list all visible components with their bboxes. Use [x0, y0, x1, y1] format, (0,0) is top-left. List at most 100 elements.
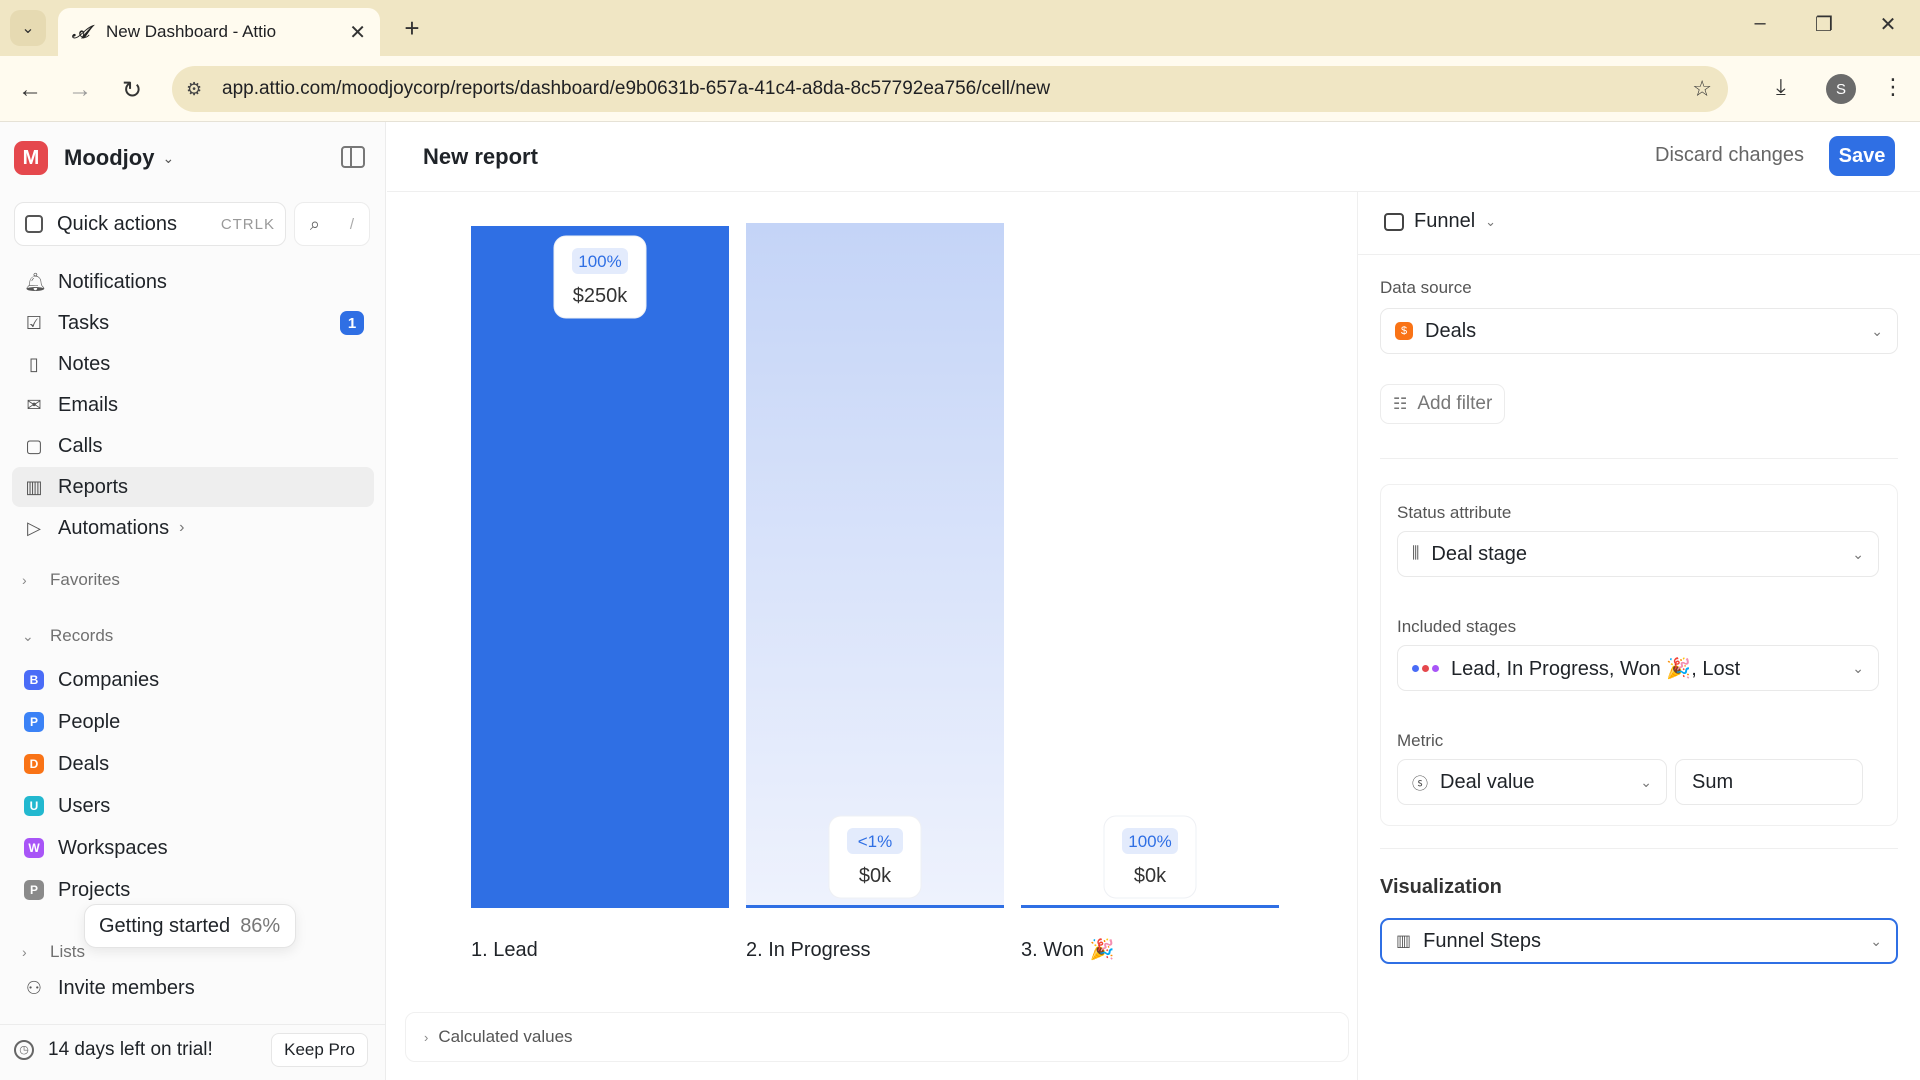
funnel-bar — [1021, 905, 1279, 908]
status-attribute-select[interactable]: ⫼ Deal stage ⌄ — [1397, 531, 1879, 577]
attio-favicon-icon: 𝒜 — [72, 21, 90, 42]
lists-section-toggle[interactable]: › Lists — [22, 938, 85, 966]
metric-aggregation-select[interactable]: Sum — [1675, 759, 1863, 805]
chevron-down-icon: ⌄ — [1870, 932, 1882, 949]
clock-icon: ◷ — [14, 1039, 34, 1060]
chevron-down-icon: ⌄ — [162, 149, 175, 166]
add-user-icon: ⚇ — [25, 977, 43, 998]
mail-icon: ✉ — [26, 394, 42, 415]
bookmark-star-icon[interactable]: ☆ — [1692, 76, 1712, 102]
chevron-down-icon: ⌄ — [1852, 659, 1864, 676]
site-info-icon[interactable]: ⚙ — [186, 79, 216, 100]
workspace-switcher[interactable]: M Moodjoy ⌄ — [14, 138, 374, 178]
chevron-right-icon: › — [22, 944, 27, 960]
restore-icon[interactable]: ❐ — [1804, 12, 1844, 37]
funnel-chart-svg: 100% $250k 1. Lead <1% $0k 2. In Progress 100%… — [471, 223, 1279, 961]
minimize-icon[interactable]: – — [1740, 12, 1780, 35]
sidebar-item-people[interactable]: P People — [12, 702, 374, 742]
metric-value: Deal value — [1440, 770, 1535, 793]
trial-text: 14 days left on trial! — [48, 1038, 213, 1060]
visualization-type-dropdown[interactable]: Funnel ⌄ — [1384, 210, 1496, 233]
tab-close-icon[interactable]: ✕ — [349, 20, 366, 45]
funnel-category-label: 3. Won 🎉 — [1021, 937, 1114, 961]
data-source-value: Deals — [1425, 319, 1477, 342]
back-icon[interactable]: ← — [14, 74, 46, 106]
sidebar-item-emails[interactable]: ✉ Emails — [12, 385, 374, 425]
calculated-values-toggle[interactable]: › Calculated values — [405, 1012, 1349, 1062]
quick-actions-button[interactable]: Quick actions CTRLK — [14, 202, 286, 246]
chevron-right-icon: › — [179, 519, 185, 536]
records-label: Records — [50, 626, 114, 645]
lists-label: Lists — [50, 942, 85, 961]
sidebar-item-label: Workspaces — [58, 836, 168, 859]
sidebar-item-companies[interactable]: B Companies — [12, 660, 374, 700]
sidebar-item-users[interactable]: U Users — [12, 786, 374, 826]
workspaces-icon: W — [24, 838, 44, 858]
chevron-right-icon: › — [22, 572, 27, 588]
visualization-type-label: Funnel — [1414, 210, 1476, 232]
browser-tab-bar: ⌄ 𝒜 New Dashboard - Attio ✕ + – ❐ ✕ — [0, 0, 1920, 56]
new-tab-button[interactable]: + — [396, 12, 428, 44]
url-text: app.attio.com/moodjoycorp/reports/dashbo… — [222, 78, 1051, 99]
tab-search-button[interactable]: ⌄ — [10, 10, 46, 46]
funnel-percent-label: <1% — [858, 832, 893, 851]
sidebar-toggle-icon[interactable] — [341, 146, 365, 168]
profile-avatar[interactable]: S — [1826, 74, 1856, 104]
add-filter-button[interactable]: ☷ Add filter — [1380, 384, 1506, 424]
sidebar-item-deals[interactable]: D Deals — [12, 744, 374, 784]
chevron-down-icon: ⌄ — [1485, 213, 1497, 229]
sidebar-item-workspaces[interactable]: W Workspaces — [12, 828, 374, 868]
search-button[interactable]: ⌕ / — [294, 202, 370, 246]
sidebar-item-label: Companies — [58, 668, 160, 691]
sidebar-item-tasks[interactable]: ☑ Tasks 1 — [12, 303, 374, 343]
sidebar-item-notifications[interactable]: 🔔︎ Notifications — [12, 262, 374, 302]
included-stages-label: Included stages — [1397, 617, 1517, 636]
favorites-label: Favorites — [50, 570, 120, 589]
metric-field-select[interactable]: ⓢ Deal value ⌄ — [1397, 759, 1667, 805]
sidebar-item-reports[interactable]: ▥ Reports — [12, 467, 374, 507]
forward-icon[interactable]: → — [64, 74, 96, 106]
save-button[interactable]: Save — [1829, 136, 1895, 176]
address-bar[interactable]: ⚙ app.attio.com/moodjoycorp/reports/dash… — [172, 66, 1728, 112]
sidebar-item-calls[interactable]: ▢ Calls — [12, 426, 374, 466]
sidebar-item-label: Tasks — [58, 311, 110, 334]
discard-changes-button[interactable]: Discard changes — [1655, 144, 1804, 167]
funnel-dropoff-area — [746, 223, 1004, 905]
funnel-chart: 100% $250k 1. Lead <1% $0k 2. In Progress 100%… — [387, 192, 1357, 1080]
invite-members-button[interactable]: ⚇ Invite members — [12, 968, 374, 1008]
sidebar-item-label: Notes — [58, 352, 111, 375]
sidebar-item-notes[interactable]: ▯ Notes — [12, 344, 374, 384]
download-icon[interactable]: ⤓ — [1776, 74, 1786, 100]
included-stages-select[interactable]: Lead, In Progress, Won 🎉, Lost ⌄ — [1397, 645, 1879, 691]
report-header: New report Discard changes Save — [387, 122, 1920, 192]
funnel-icon — [1384, 212, 1404, 231]
trial-banner: ◷ 14 days left on trial! Keep Pro — [0, 1024, 386, 1074]
records-section-toggle[interactable]: ⌄ Records — [22, 622, 113, 650]
funnel-percent-label: 100% — [1128, 832, 1171, 851]
reload-icon[interactable]: ↻ — [116, 74, 148, 106]
search-shortcut: / — [349, 215, 355, 233]
getting-started-percent: 86% — [240, 914, 281, 937]
window-close-icon[interactable]: ✕ — [1868, 12, 1908, 37]
sidebar-item-label: Notifications — [58, 270, 167, 293]
sidebar-item-automations[interactable]: ▷ Automations › — [12, 508, 374, 548]
metric-label: Metric — [1397, 731, 1444, 750]
browser-menu-icon[interactable]: ⋮ — [1882, 74, 1904, 100]
visualization-select[interactable]: ▥ Funnel Steps ⌄ — [1380, 918, 1898, 964]
chevron-down-icon: ⌄ — [1852, 545, 1864, 562]
quick-actions-label: Quick actions — [57, 212, 178, 235]
browser-tab[interactable]: 𝒜 New Dashboard - Attio ✕ — [58, 8, 380, 56]
report-config-panel: Funnel ⌄ Data source $ Deals ⌄ ☷ Add fil… — [1357, 192, 1920, 1080]
funnel-percent-label: 100% — [578, 252, 621, 271]
sidebar-item-label: Emails — [58, 393, 119, 416]
users-icon: U — [24, 796, 44, 816]
sidebar-item-label: Reports — [58, 475, 129, 498]
getting-started-pill[interactable]: Getting started 86% — [84, 904, 296, 948]
sidebar-item-label: Automations — [58, 516, 170, 539]
deals-icon: $ — [1395, 322, 1413, 340]
keep-pro-button[interactable]: Keep Pro — [271, 1032, 368, 1067]
chevron-down-icon: ⌄ — [22, 627, 34, 644]
favorites-section-toggle[interactable]: › Favorites — [22, 566, 120, 594]
data-source-select[interactable]: $ Deals ⌄ — [1380, 308, 1898, 354]
workspace-logo: M — [14, 141, 48, 175]
